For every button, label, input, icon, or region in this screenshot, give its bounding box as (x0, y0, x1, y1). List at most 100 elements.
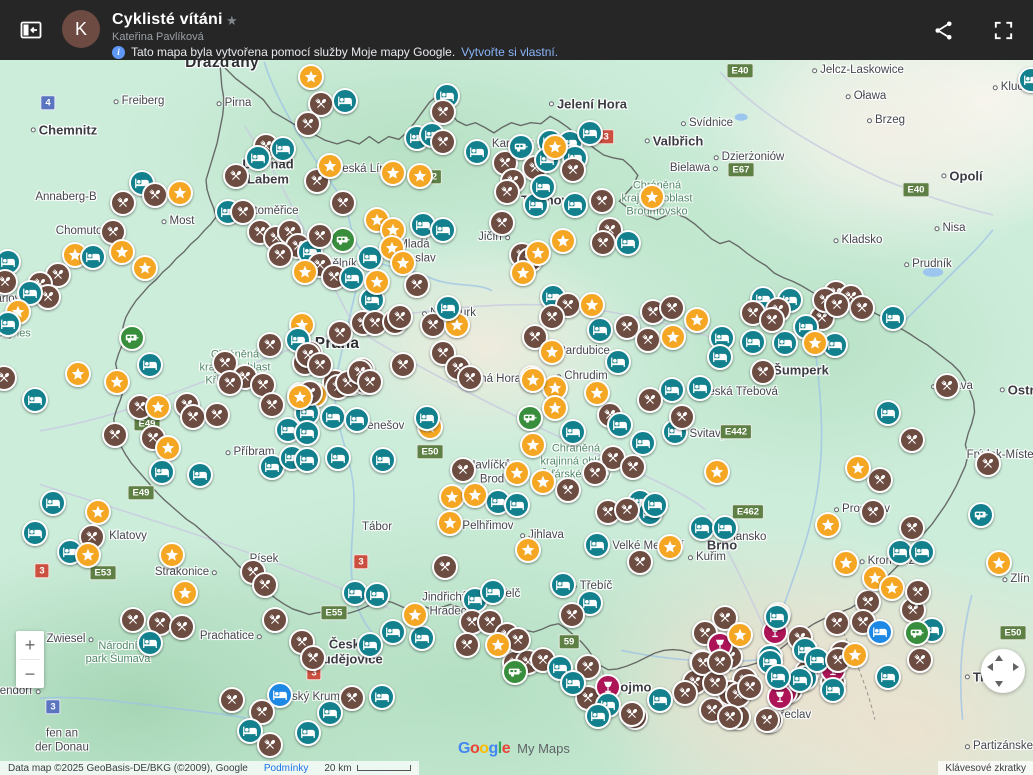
lodging-marker[interactable] (364, 582, 390, 608)
restaurant-marker[interactable] (217, 370, 243, 396)
lodging-marker[interactable] (605, 349, 631, 375)
lodging-marker[interactable] (909, 539, 935, 565)
restaurant-marker[interactable] (582, 460, 608, 486)
restaurant-marker[interactable] (180, 404, 206, 430)
lodging-marker[interactable] (245, 145, 271, 171)
restaurant-marker[interactable] (300, 645, 326, 671)
star-marker[interactable] (75, 542, 101, 568)
restaurant-marker[interactable] (750, 359, 776, 385)
restaurant-marker[interactable] (257, 332, 283, 358)
star-marker[interactable] (109, 239, 135, 265)
star-marker[interactable] (704, 459, 730, 485)
lodging-marker[interactable] (772, 330, 798, 356)
star-marker[interactable] (292, 259, 318, 285)
restaurant-marker[interactable] (717, 704, 743, 730)
lodging-marker[interactable] (615, 230, 641, 256)
restaurant-marker[interactable] (430, 99, 456, 125)
lodging-marker[interactable] (464, 139, 490, 165)
pan-left-icon[interactable] (987, 663, 993, 671)
create-own-map-link[interactable]: Vytvořte si vlastní. (461, 45, 558, 59)
lodging-marker[interactable] (332, 88, 358, 114)
lodging-marker[interactable] (820, 677, 846, 703)
lodging-marker[interactable] (687, 375, 713, 401)
lodging-marker[interactable] (40, 490, 66, 516)
restaurant-marker[interactable] (0, 365, 17, 391)
camper-marker-green[interactable] (517, 405, 543, 431)
star-marker[interactable] (155, 435, 181, 461)
star-marker[interactable] (584, 380, 610, 406)
lodging-marker[interactable] (435, 295, 461, 321)
restaurant-marker[interactable] (0, 269, 18, 295)
star-marker[interactable] (462, 482, 488, 508)
pan-right-icon[interactable] (1013, 663, 1019, 671)
lodging-marker[interactable] (875, 664, 901, 690)
lodging-marker[interactable] (560, 419, 586, 445)
restaurant-marker[interactable] (457, 365, 483, 391)
lodging-marker[interactable] (22, 520, 48, 546)
star-marker[interactable] (167, 180, 193, 206)
lodging-marker[interactable] (880, 305, 906, 331)
restaurant-marker[interactable] (614, 497, 640, 523)
lodging-marker[interactable] (504, 492, 530, 518)
restaurant-marker[interactable] (824, 610, 850, 636)
lodging-marker-blue[interactable] (867, 619, 893, 645)
lodging-marker[interactable] (149, 459, 175, 485)
restaurant-marker[interactable] (555, 477, 581, 503)
star-marker[interactable] (172, 580, 198, 606)
lodging-marker[interactable] (707, 344, 733, 370)
star-marker[interactable] (132, 255, 158, 281)
lodging-marker[interactable] (607, 412, 633, 438)
star-marker[interactable] (530, 469, 556, 495)
star-marker[interactable] (65, 361, 91, 387)
star-marker[interactable] (833, 550, 859, 576)
star-marker[interactable] (364, 269, 390, 295)
restaurant-marker[interactable] (559, 602, 585, 628)
lodging-marker[interactable] (647, 687, 673, 713)
restaurant-marker[interactable] (849, 295, 875, 321)
lodging-marker[interactable] (765, 664, 791, 690)
star-marker[interactable] (802, 330, 828, 356)
restaurant-marker[interactable] (590, 230, 616, 256)
camper-marker-green[interactable] (904, 620, 930, 646)
star-marker[interactable] (815, 512, 841, 538)
lodging-marker[interactable] (587, 317, 613, 343)
zoom-in-button[interactable]: + (16, 631, 44, 659)
restaurant-marker[interactable] (489, 210, 515, 236)
star-marker[interactable] (727, 622, 753, 648)
lodging-marker[interactable] (294, 420, 320, 446)
restaurant-marker[interactable] (295, 111, 321, 137)
lodging-marker[interactable] (530, 174, 556, 200)
star-marker[interactable] (639, 184, 665, 210)
star-marker[interactable] (485, 632, 511, 658)
star-marker[interactable] (520, 432, 546, 458)
restaurant-marker[interactable] (330, 190, 356, 216)
restaurant-marker[interactable] (707, 649, 733, 675)
lodging-marker[interactable] (764, 604, 790, 630)
lodging-marker[interactable] (137, 352, 163, 378)
star-marker[interactable] (520, 367, 546, 393)
restaurant-marker[interactable] (860, 499, 886, 525)
lodging-marker[interactable] (560, 670, 586, 696)
star-marker[interactable] (879, 575, 905, 601)
restaurant-marker[interactable] (494, 179, 520, 205)
favorite-star-icon[interactable]: ★ (226, 13, 238, 29)
restaurant-marker[interactable] (450, 457, 476, 483)
camper-marker-teal[interactable] (968, 502, 994, 528)
lodging-marker[interactable] (712, 515, 738, 541)
restaurant-marker[interactable] (905, 579, 931, 605)
restaurant-marker[interactable] (430, 129, 456, 155)
restaurant-marker[interactable] (339, 685, 365, 711)
lodging-marker[interactable] (550, 572, 576, 598)
star-marker[interactable] (539, 339, 565, 365)
star-marker[interactable] (407, 163, 433, 189)
keyboard-shortcuts-button[interactable]: Klávesové zkratky (938, 761, 1033, 775)
restaurant-marker[interactable] (637, 387, 663, 413)
restaurant-marker[interactable] (659, 295, 685, 321)
camper-marker-green[interactable] (502, 659, 528, 685)
restaurant-marker[interactable] (252, 572, 278, 598)
restaurant-marker[interactable] (387, 304, 413, 330)
restaurant-marker[interactable] (223, 163, 249, 189)
restaurant-marker[interactable] (899, 427, 925, 453)
restaurant-marker[interactable] (120, 607, 146, 633)
star-marker[interactable] (287, 384, 313, 410)
